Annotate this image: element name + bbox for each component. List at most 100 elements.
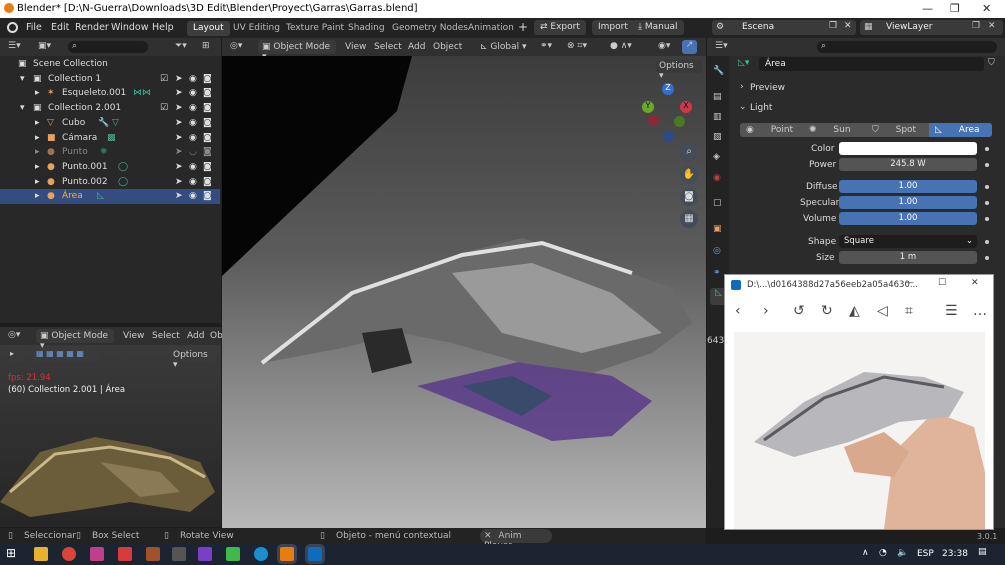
rotate-left-icon[interactable]: ↺ [793, 303, 805, 319]
select-arrow-icon[interactable]: ➤ [175, 74, 183, 84]
app-icon[interactable] [226, 547, 240, 561]
blender-menu-icon[interactable] [7, 22, 18, 33]
power-field[interactable]: 245.8 W [839, 158, 977, 171]
remove-view-layer-icon[interactable]: ✕ [988, 21, 996, 31]
size-field[interactable]: 1 m [839, 251, 977, 264]
blender-taskbar-icon[interactable] [280, 547, 294, 561]
keyframe-dot[interactable] [985, 201, 989, 205]
volume-icon[interactable]: 🔈 [897, 548, 908, 558]
outliner-row[interactable]: ▾ ▣ Collection 2.001 ☑ ➤ ◉ ◙ [0, 101, 220, 116]
file-explorer-icon[interactable] [34, 547, 48, 561]
editor-type-icon[interactable]: ☰▾ [715, 41, 728, 51]
menu-view[interactable]: View [123, 331, 144, 341]
checkbox-icon[interactable]: ☑ [160, 103, 168, 113]
import-button[interactable]: Import [592, 20, 634, 35]
tool-tab-icon[interactable]: 🔧 [713, 66, 724, 76]
expand-icon[interactable]: ▾ [20, 74, 25, 84]
camera-icon[interactable]: ◙ [203, 191, 212, 201]
neg-x-axis-icon[interactable] [648, 115, 659, 126]
main-viewport[interactable]: ◎▾ ▣ Object Mode ▾ View Select Add Objec… [222, 38, 706, 528]
tab-texture-paint[interactable]: Texture Paint [280, 21, 350, 36]
close-icon[interactable]: ✕ [971, 278, 979, 288]
rotate-right-icon[interactable]: ↻ [821, 303, 833, 319]
output-tab-icon[interactable]: ▥ [713, 112, 722, 122]
expand-icon[interactable]: ▾ [20, 103, 25, 113]
flip-icon[interactable]: ◭ [849, 303, 860, 319]
eye-icon[interactable]: ◉ [189, 162, 197, 172]
menu-window[interactable]: Window [111, 22, 148, 33]
outliner-row[interactable]: ▸ ● Punto.002 ◯ ➤ ◉ ◙ [0, 175, 220, 190]
light-type-sun[interactable]: ✺ Sun [803, 123, 863, 137]
pan-hand-icon[interactable]: ✋ [680, 166, 698, 184]
app-icon[interactable] [172, 547, 186, 561]
camera-icon[interactable]: ◙ [203, 147, 212, 157]
add-workspace-icon[interactable]: + [518, 20, 528, 34]
properties-search-input[interactable]: ⌕ [817, 41, 997, 53]
editor-type-icon[interactable]: ◎▾ [230, 41, 242, 51]
tab-uv-editing[interactable]: UV Editing [227, 21, 286, 36]
object-tab-icon[interactable]: ▣ [713, 224, 722, 234]
filter-icon[interactable]: ⏷▾ [175, 41, 187, 51]
outliner-row[interactable]: ▸ ✶ Esqueleto.001 ⋈⋈ ➤ ◉ ◙ [0, 86, 220, 101]
forward-arrow-icon[interactable]: › [763, 303, 769, 319]
object-name-field[interactable]: Área [759, 57, 984, 71]
photos-icon[interactable] [90, 547, 104, 561]
eye-icon[interactable]: ◉ [189, 74, 197, 84]
eye-icon[interactable]: ◉ [189, 103, 197, 113]
eye-icon[interactable]: ◉ [189, 133, 197, 143]
network-icon[interactable]: ◔ [879, 548, 887, 558]
physics-tab-icon[interactable]: ◎ [713, 246, 721, 256]
camera-icon[interactable]: ◙ [203, 103, 212, 113]
outliner-search-input[interactable]: ⌕ [68, 41, 148, 53]
back-arrow-icon[interactable]: ‹ [735, 303, 741, 319]
maximize-icon[interactable]: ☐ [938, 278, 946, 288]
outliner-row[interactable]: ▸ ■ Cámara ▩ ➤ ◉ ◙ [0, 131, 220, 146]
menu-add[interactable]: Add [187, 331, 204, 341]
share-icon[interactable]: ◁ [877, 303, 888, 319]
crop-icon[interactable]: ⌗ [905, 303, 913, 319]
scene-selector[interactable]: ⚙ Escena ❐ ✕ [712, 20, 856, 35]
orientation-selector[interactable]: ⊾ Global ▾ [478, 40, 534, 54]
menu-select[interactable]: Select [374, 42, 402, 52]
navigation-gizmo[interactable]: Z Y X [640, 83, 696, 142]
select-arrow-icon[interactable]: ➤ [175, 162, 183, 172]
proportional-icon[interactable]: ● ∧▾ [610, 41, 632, 51]
anim-player-pill[interactable]: ✕ Anim Player [480, 529, 552, 551]
outliner-row-selected[interactable]: ▸ ● Área ◺ ➤ ◉ ◙ [0, 189, 220, 204]
language-indicator[interactable]: ESP [917, 549, 934, 559]
light-type-area[interactable]: ◺ Area [929, 123, 992, 137]
collection-tab-icon[interactable]: ▢ [713, 198, 722, 208]
tab-shading[interactable]: Shading [342, 21, 391, 36]
render-tab-icon[interactable]: ▤ [713, 92, 722, 102]
close-icon[interactable]: ✕ [982, 2, 991, 15]
select-arrow-icon[interactable]: ➤ [175, 103, 183, 113]
gizmo-toggle-icon[interactable]: ↗ [682, 40, 697, 54]
minimize-icon[interactable]: — [922, 2, 933, 15]
menu-icon[interactable]: ☰ [945, 303, 958, 319]
small-viewport[interactable]: ◎▾ ▣ Object Mode ▾ View Select Add Ob ▸ … [0, 327, 223, 527]
eye-icon[interactable]: ◉ [189, 118, 197, 128]
outliner-scene-collection[interactable]: ▣ Scene Collection [0, 57, 220, 72]
keyframe-dot[interactable] [985, 217, 989, 221]
snap-icon[interactable]: ⊗ ⌗▾ [567, 41, 587, 51]
view-layer-selector[interactable]: ▦ ViewLayer ❐ ✕ [860, 20, 1003, 35]
zoom-icon[interactable]: ⌕ [680, 143, 698, 161]
menu-render[interactable]: Render [75, 22, 109, 33]
keyframe-dot[interactable] [985, 240, 989, 244]
camera-icon[interactable]: ◙ [203, 162, 212, 172]
grid-view-icon[interactable]: ▦ [680, 210, 698, 228]
keyframe-dot[interactable] [985, 185, 989, 189]
chrome-icon[interactable] [62, 547, 76, 561]
camera-icon[interactable]: ◙ [203, 118, 212, 128]
select-arrow-icon[interactable]: ➤ [175, 88, 183, 98]
tab-geometry-nodes[interactable]: Geometry Nodes [386, 21, 474, 36]
y-axis-icon[interactable]: Y [642, 101, 654, 113]
select-arrow-icon[interactable]: ➤ [175, 133, 183, 143]
outliner-row[interactable]: ▸ ● Punto.001 ◯ ➤ ◉ ◙ [0, 160, 220, 175]
color-swatch[interactable] [839, 142, 977, 155]
diffuse-slider[interactable]: 1.00 [839, 180, 977, 193]
more-icon[interactable]: … [973, 303, 987, 319]
editor-type-icon[interactable]: ◎▾ [8, 330, 20, 340]
expand-icon[interactable]: ▸ [35, 133, 40, 143]
app-icon[interactable] [146, 547, 160, 561]
